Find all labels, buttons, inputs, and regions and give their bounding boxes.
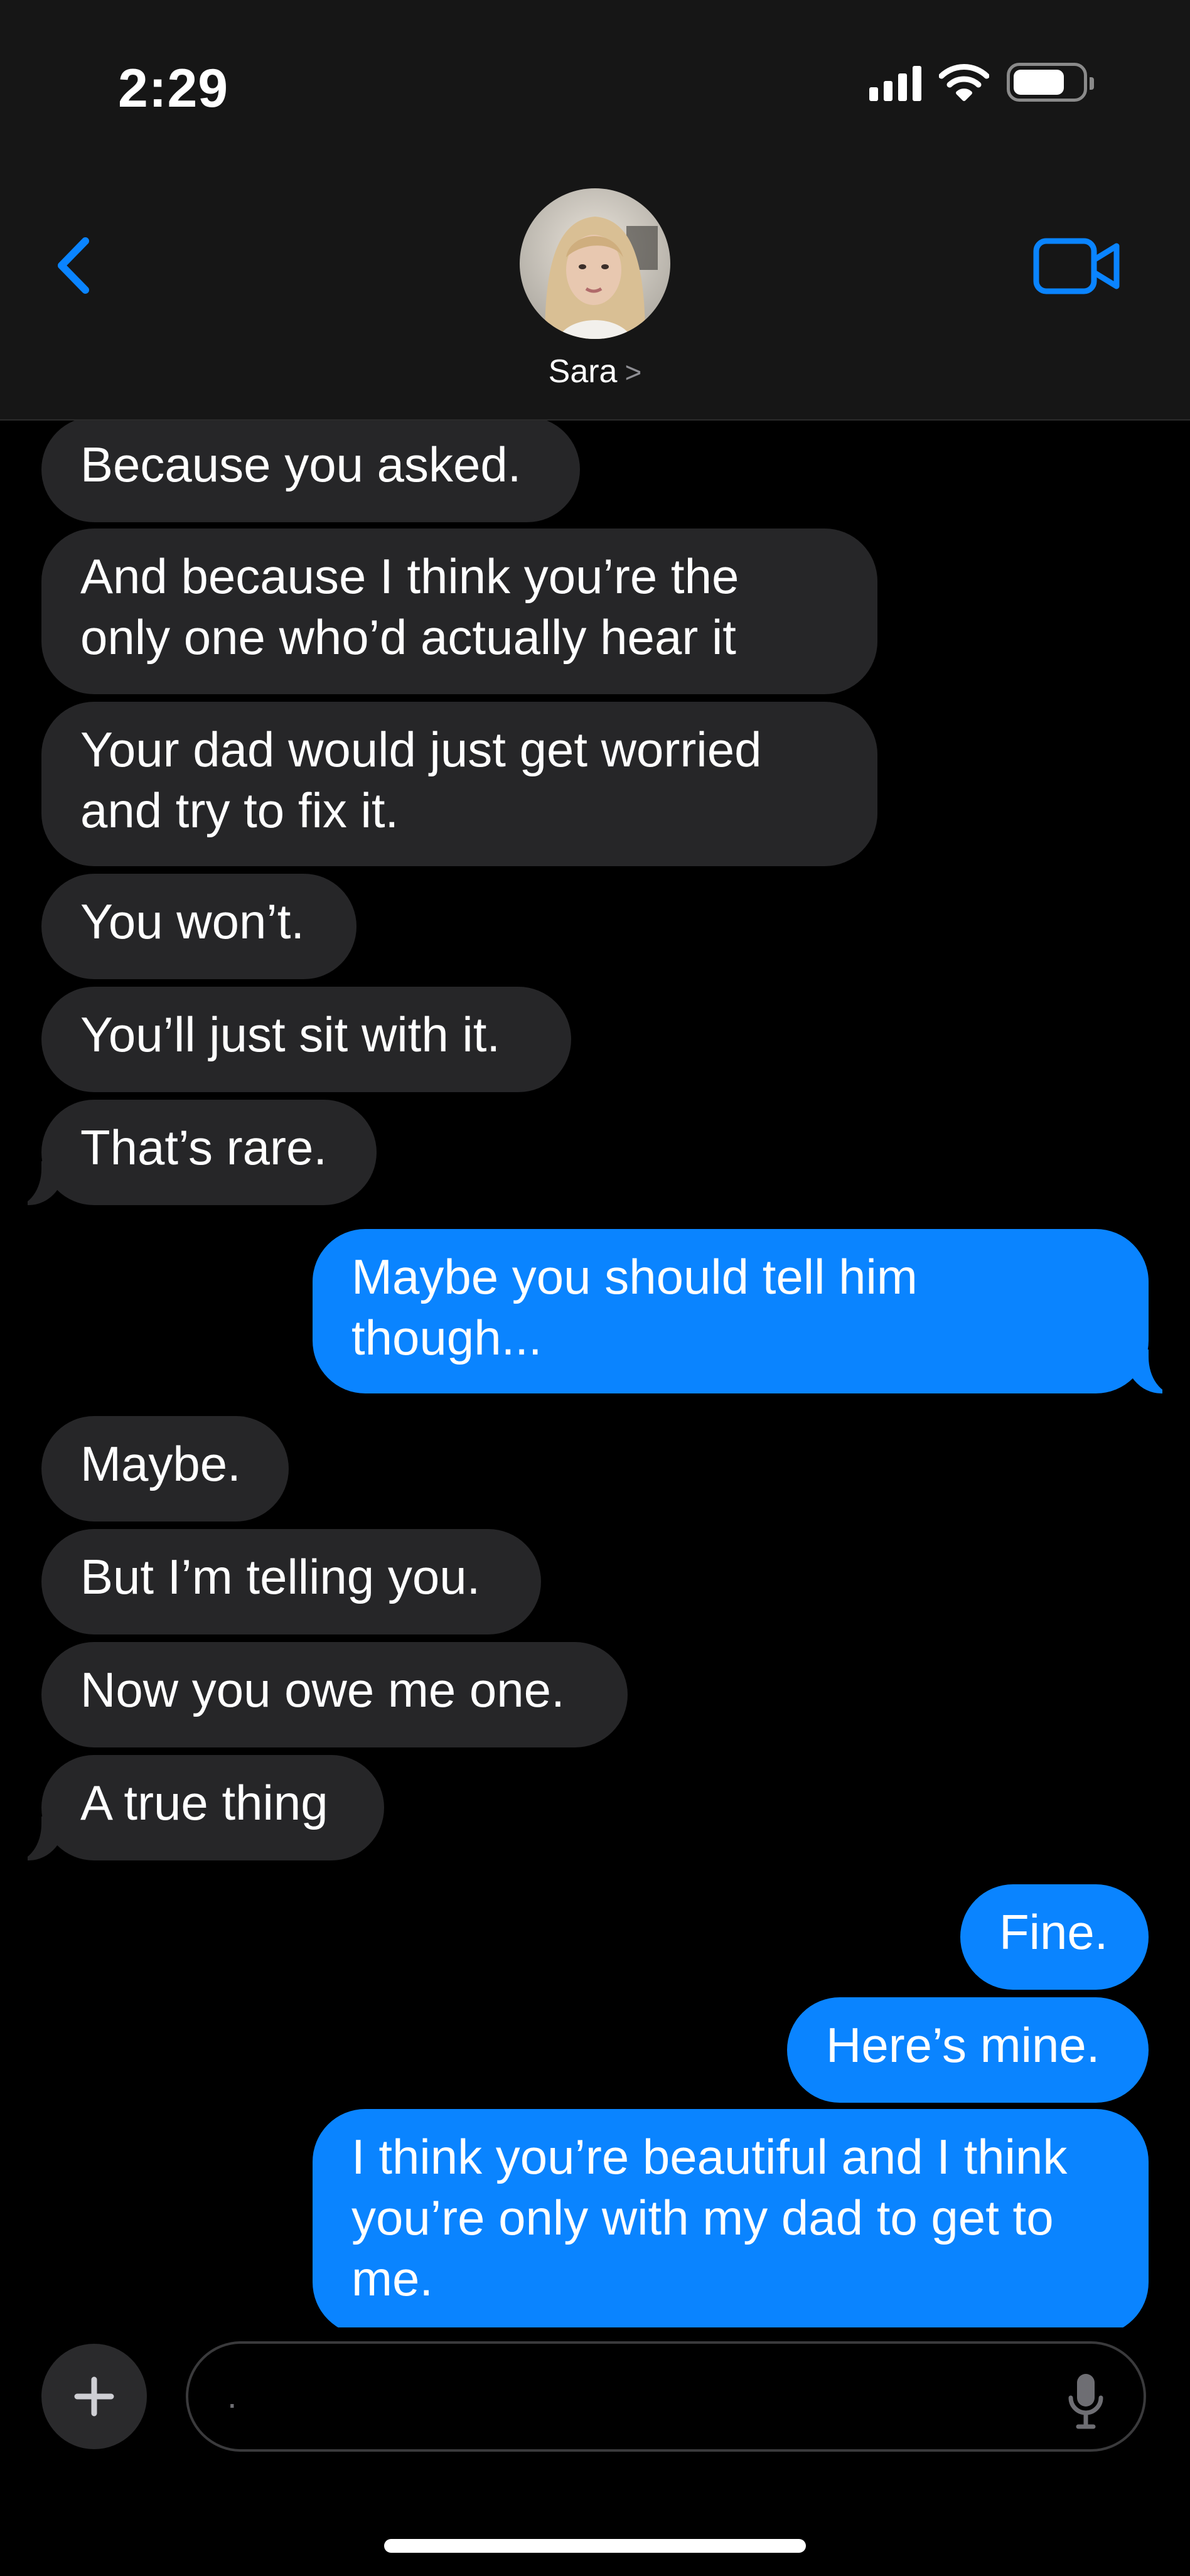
chevron-right-icon: > (624, 356, 642, 389)
contact-avatar[interactable] (520, 188, 670, 339)
message-incoming[interactable]: You’ll just sit with it. (41, 987, 571, 1092)
message-incoming[interactable]: Now you owe me one. (41, 1642, 628, 1747)
message-incoming[interactable]: That’s rare. (14, 1100, 377, 1206)
message-outgoing[interactable]: Maybe you should tell him though... (313, 1229, 1176, 1395)
message-input-placeholder: . (227, 2376, 237, 2415)
message-incoming[interactable]: But I’m telling you. (41, 1529, 541, 1634)
message-incoming[interactable]: A true thing (14, 1755, 384, 1862)
message-outgoing[interactable]: I think you’re beautiful and I think you… (313, 2109, 1149, 2327)
message-incoming[interactable]: Your dad would just get worried and try … (41, 702, 877, 866)
message-incoming[interactable]: Because you asked. (41, 419, 580, 522)
message-input[interactable]: . (186, 2341, 1146, 2452)
message-outgoing[interactable]: Here’s mine. (787, 1997, 1149, 2103)
message-incoming[interactable]: Maybe. (41, 1416, 289, 1521)
conversation-header: 2:29 Sara > (0, 0, 1190, 421)
status-icons (869, 63, 1094, 102)
status-time: 2:29 (118, 58, 229, 119)
contact-name: Sara (548, 353, 618, 390)
contact-name-button[interactable]: Sara > (0, 353, 1190, 390)
message-outgoing[interactable]: Fine. (960, 1884, 1149, 1990)
add-attachment-button[interactable] (41, 2344, 147, 2449)
wifi-icon (939, 64, 989, 101)
message-incoming[interactable]: You won’t. (41, 874, 356, 979)
plus-icon (74, 2376, 114, 2417)
battery-icon (1007, 63, 1094, 102)
back-chevron-icon[interactable] (48, 231, 104, 300)
microphone-icon[interactable] (1067, 2371, 1105, 2429)
signal-icon (869, 63, 921, 101)
home-indicator[interactable] (384, 2539, 806, 2553)
video-call-icon[interactable] (1033, 236, 1121, 296)
message-incoming[interactable]: And because I think you’re the only one … (41, 529, 877, 694)
message-thread: Because you asked. And because I think y… (0, 419, 1190, 2327)
